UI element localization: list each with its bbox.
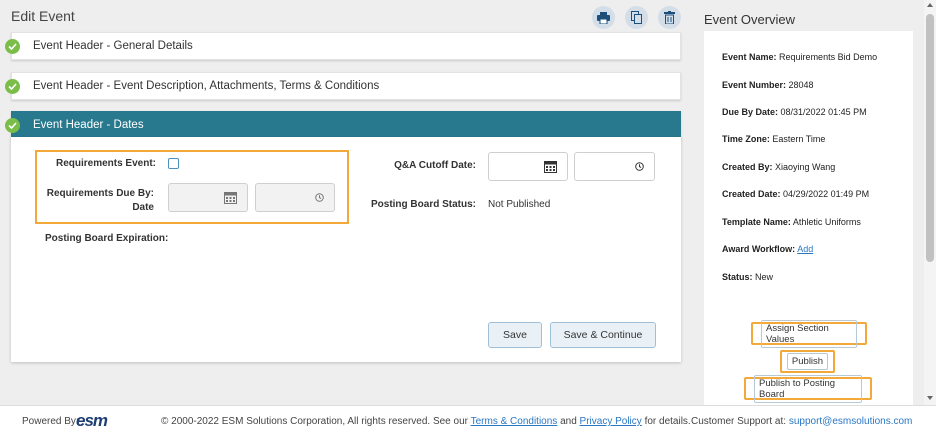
scroll-up-icon[interactable] <box>927 3 933 7</box>
qa-cutoff-label: Q&A Cutoff Date: <box>394 160 476 171</box>
check-icon <box>5 38 20 54</box>
publish-to-posting-board-button[interactable]: Publish to Posting Board <box>744 374 872 403</box>
publish-button[interactable]: Publish <box>780 350 835 373</box>
scrollbar-thumb[interactable] <box>926 14 934 262</box>
vertical-scrollbar[interactable] <box>924 0 936 405</box>
overview-time-zone: Time Zone: Eastern Time <box>722 134 826 144</box>
trash-icon <box>664 11 675 24</box>
save-button[interactable]: Save <box>488 322 542 348</box>
support-email-link[interactable]: support@esmsolutions.com <box>789 416 913 427</box>
accordion-title: Event Header - Event Description, Attach… <box>33 80 380 92</box>
overview-template-name: Template Name: Athletic Uniforms <box>722 217 861 227</box>
requirements-due-label-date: Date <box>132 202 154 213</box>
accordion-description[interactable]: Event Header - Event Description, Attach… <box>5 72 681 100</box>
qa-cutoff-time-input[interactable] <box>574 152 655 181</box>
calendar-icon <box>224 192 237 204</box>
requirements-due-label: Requirements Due By: <box>46 188 154 199</box>
calendar-icon <box>544 161 557 173</box>
check-icon <box>5 78 20 94</box>
posting-board-status-label: Posting Board Status: <box>370 199 476 210</box>
posting-board-expiration-label: Posting Board Expiration: <box>45 233 169 244</box>
clock-icon <box>315 193 324 202</box>
terms-link[interactable]: Terms & Conditions <box>471 416 558 427</box>
requirements-event-label: Requirements Event: <box>55 158 156 169</box>
dates-panel: Requirements Event: Requirements Due By:… <box>11 137 681 362</box>
qa-cutoff-date-input[interactable] <box>488 152 568 181</box>
requirements-event-checkbox[interactable] <box>168 158 179 169</box>
accordion-title: Event Header - General Details <box>33 40 193 52</box>
requirements-due-time-input[interactable] <box>255 183 335 212</box>
overview-created-by: Created By: Xiaoying Wang <box>722 162 836 172</box>
overview-event-name: Event Name: Requirements Bid Demo <box>722 52 878 62</box>
check-icon <box>5 117 20 133</box>
delete-button[interactable] <box>658 6 681 29</box>
accordion-dates[interactable]: Event Header - Dates <box>5 111 681 139</box>
footer: Powered By: esm © 2000-2022 ESM Solution… <box>0 405 936 435</box>
powered-by-label: Powered By: <box>22 416 79 427</box>
posting-board-status-value: Not Published <box>488 199 551 210</box>
assign-section-values-button[interactable]: Assign Section Values <box>751 319 867 348</box>
event-overview-panel: Event Name: Requirements Bid Demo Event … <box>704 31 913 405</box>
overview-created-date: Created Date: 04/29/2022 01:49 PM <box>722 189 870 199</box>
event-overview-title: Event Overview <box>704 12 796 27</box>
copy-icon <box>631 11 642 24</box>
page-title: Edit Event <box>11 8 75 24</box>
requirements-due-date-input[interactable] <box>168 183 248 212</box>
privacy-link[interactable]: Privacy Policy <box>580 416 642 427</box>
save-continue-button[interactable]: Save & Continue <box>550 322 656 348</box>
copyright-text: © 2000-2022 ESM Solutions Corporation, A… <box>161 416 691 427</box>
overview-event-number: Event Number: 28048 <box>722 80 814 90</box>
award-workflow-add-link[interactable]: Add <box>797 244 813 254</box>
toolbar <box>592 6 681 29</box>
overview-status: Status: New <box>722 272 774 282</box>
overview-award-workflow: Award Workflow: Add <box>722 244 814 254</box>
clock-icon <box>635 162 644 171</box>
overview-due-by-date: Due By Date: 08/31/2022 01:45 PM <box>722 107 867 117</box>
copy-button[interactable] <box>625 6 648 29</box>
esm-logo: esm <box>76 411 108 430</box>
scroll-down-icon[interactable] <box>927 396 933 400</box>
print-button[interactable] <box>592 6 615 29</box>
customer-support: Customer Support at: support@esmsolution… <box>691 416 913 427</box>
accordion-title: Event Header - Dates <box>33 119 144 131</box>
accordion-general-details[interactable]: Event Header - General Details <box>5 32 681 60</box>
print-icon <box>597 11 610 24</box>
